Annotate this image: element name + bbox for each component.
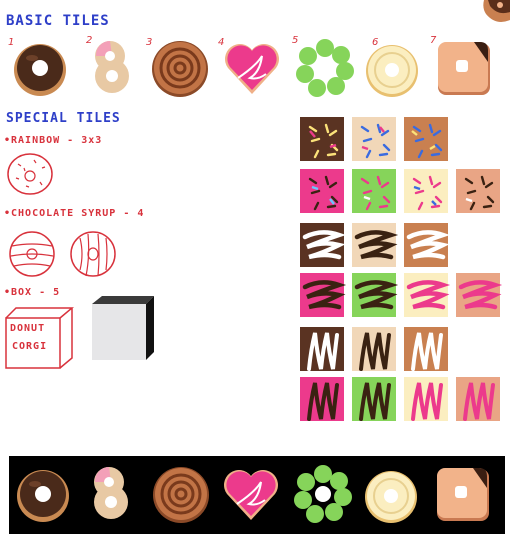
square-donut-tile (438, 42, 490, 95)
corner-donut-fragment (483, 0, 510, 22)
pon-de-ring-tile (296, 39, 354, 97)
chocolate-syrup-label: •CHOCOLATE SYRUP - 4 (4, 208, 145, 219)
cinnamon-roll-tile (150, 39, 210, 99)
syrup-sketch-vertical (70, 231, 116, 277)
rainbow-label: •RAINBOW - 3x3 (4, 135, 103, 146)
box-sketch-line-1: DONUT (10, 323, 46, 334)
heart-donut-tile (224, 43, 280, 95)
strip-square-donut (437, 468, 489, 521)
box-sketch-line-2: CORGI (12, 341, 48, 352)
strip-pon-de-ring (294, 465, 352, 523)
special-tiles-heading: SPECIAL TILES (6, 111, 121, 126)
box-sketch: DONUT CORGI (4, 304, 74, 370)
strip-cruller-donut (364, 470, 418, 524)
special-tiles-grid (300, 117, 500, 421)
strip-pink-eight-donut (94, 466, 128, 519)
box-tile-render (92, 296, 154, 360)
pink-eight-donut-tile (95, 40, 129, 93)
strip-cinnamon-roll (151, 465, 211, 525)
strip-heart-donut (223, 469, 279, 521)
cruller-donut-tile (365, 44, 419, 98)
strip-chocolate-donut (17, 470, 69, 522)
rainbow-sketch (7, 153, 53, 195)
bottom-preview-strip (9, 456, 505, 534)
syrup-sketch-horizontal (9, 231, 55, 277)
box-label: •BOX - 5 (4, 287, 61, 298)
basic-tiles-heading: BASIC TILES (6, 13, 110, 29)
chocolate-donut-tile (14, 44, 66, 96)
